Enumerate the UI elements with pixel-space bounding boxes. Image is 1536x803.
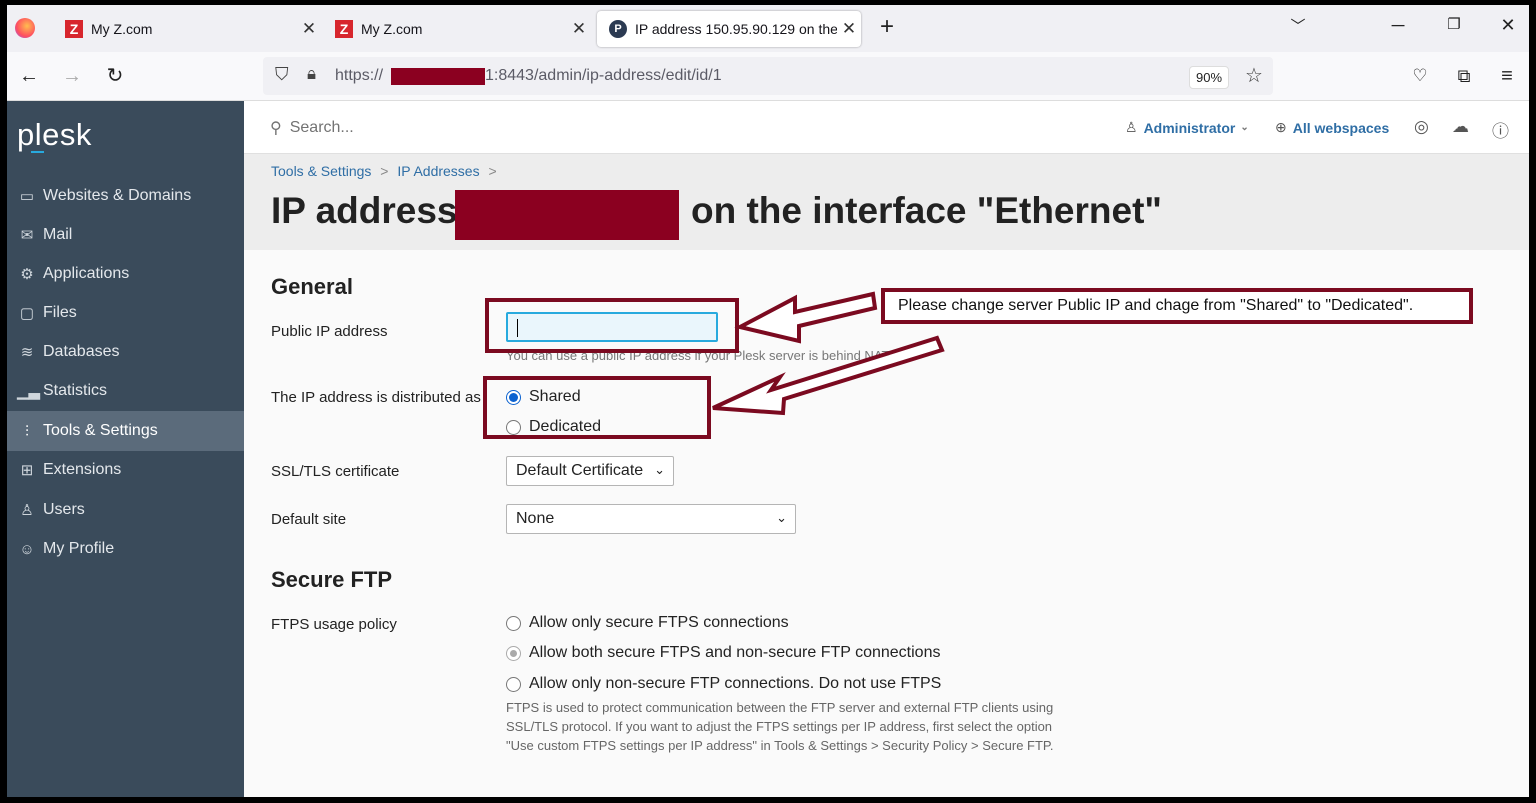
- arrow-to-distribution: [712, 335, 945, 416]
- annotation-arrows: [712, 291, 945, 416]
- arrow-to-public-ip: [734, 291, 878, 344]
- browser-window: Z My Z.com ✕ Z My Z.com ✕ P IP address 1…: [7, 5, 1529, 797]
